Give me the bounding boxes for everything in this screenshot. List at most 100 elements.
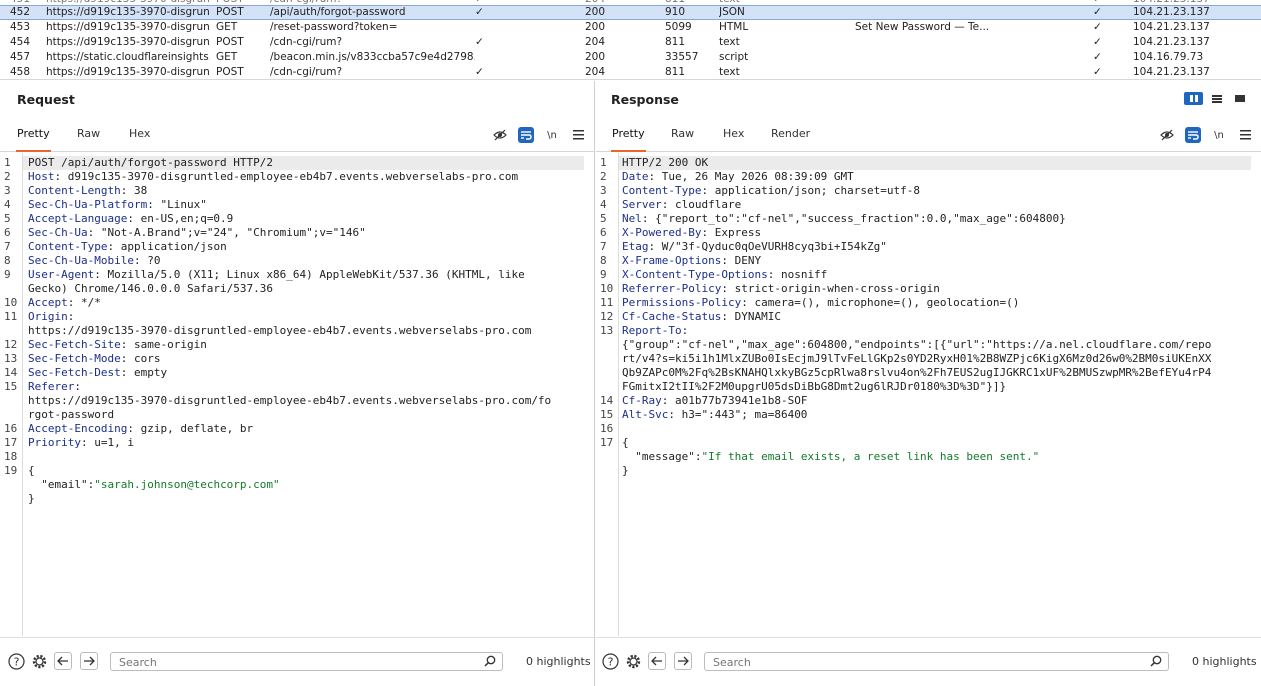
code-text: : d919c135-3970-disgruntled-employee-eb4… [54, 170, 519, 183]
search-input[interactable] [119, 655, 432, 669]
line-number: 3 [600, 184, 607, 197]
tab-response-pretty[interactable]: Pretty [611, 119, 646, 152]
proxy-history-table[interactable]: 451https://d919c135-3970-disgrun...POST/… [0, 0, 1261, 80]
hide-nonprintable-icon[interactable] [1159, 127, 1175, 143]
code-text: : Mozilla/5.0 (X11; Linux x86_64) AppleW… [94, 268, 525, 281]
code-line: Gecko) Chrome/146.0.0.0 Safari/537.36 [28, 282, 584, 296]
menu-icon[interactable] [570, 127, 586, 143]
tab-request-pretty[interactable]: Pretty [16, 119, 51, 152]
line-number: 12 [4, 338, 18, 351]
history-cell-check2: ✓ [1093, 66, 1102, 78]
history-row[interactable]: 454 https://d919c135-3970-disgrun... POST /… [0, 35, 1261, 50]
code-text: : Express [701, 226, 762, 239]
history-cell-ip: 104.21.23.137 [1133, 21, 1210, 33]
history-cell-num: 452 [10, 6, 31, 18]
code-line: https://d919c135-3970-disgruntled-employ… [28, 394, 584, 408]
code-line: Sec-Ch-Ua: "Not-A.Brand";v="24", "Chromi… [28, 226, 584, 240]
line-number: 18 [4, 450, 18, 463]
json-string: "If that email exists, a reset link has … [701, 450, 1040, 463]
header-name: Permissions-Policy [622, 296, 742, 309]
code-text: {"group":"cf-nel","max_age":604800,"endp… [622, 338, 1212, 351]
header-name: Content-Type [622, 184, 702, 197]
split-columns-layout-icon[interactable] [1184, 92, 1203, 105]
history-cell-length: 811 [665, 66, 686, 78]
code-text: : a01b77b73941e1b8-SOF [661, 394, 808, 407]
line-number: 6 [4, 226, 11, 239]
line-number: 15 [600, 408, 614, 421]
history-row[interactable]: 458 https://d919c135-3970-disgrun... POST /… [0, 65, 1261, 79]
history-cell-url: /api/auth/forgot-password [270, 6, 406, 18]
history-row[interactable]: 452 https://d919c135-3970-disgrun... POST /… [0, 5, 1261, 20]
show-newlines-toggle[interactable]: \n [1211, 127, 1227, 143]
help-icon[interactable]: ? [601, 652, 619, 670]
line-number [0, 478, 20, 492]
history-cell-url: /beacon.min.js/v833ccba57c9e4d2798... [270, 51, 475, 63]
layout-switcher [1184, 92, 1249, 105]
history-cell-mime: text [719, 36, 740, 48]
tab-response-hex[interactable]: Hex [722, 119, 745, 152]
tab-response-raw[interactable]: Raw [670, 119, 695, 152]
header-name: Cf-Ray [622, 394, 662, 407]
code-text: : */* [67, 296, 101, 309]
line-number: 1 [4, 156, 11, 169]
history-cell-num: 454 [10, 36, 31, 48]
code-text: : h3=":443"; ma=86400 [668, 408, 808, 421]
settings-gear-icon[interactable] [624, 652, 642, 670]
search-input[interactable] [713, 655, 1084, 669]
history-row[interactable]: 457 https://static.cloudflareinsights....… [0, 50, 1261, 65]
single-pane-layout-icon[interactable] [1230, 92, 1249, 105]
header-name: Sec-Ch-Ua-Platform [28, 198, 148, 211]
line-number [596, 366, 616, 380]
code-line: Server: cloudflare [622, 198, 1251, 212]
code-line: FGmitxI2tII%2F2M0upgrU05dsDiBbG8Dmt2ug6l… [622, 380, 1251, 394]
help-icon[interactable]: ? [7, 652, 25, 670]
history-row[interactable]: 453 https://d919c135-3970-disgrun... GET/r… [0, 20, 1261, 35]
wrap-lines-icon[interactable] [1185, 127, 1201, 143]
hide-nonprintable-icon[interactable] [492, 127, 508, 143]
tab-request-hex[interactable]: Hex [128, 119, 151, 152]
history-cell-ip: 104.16.79.73 [1133, 51, 1204, 63]
response-search-bar: ? 0 highlights [596, 637, 1261, 685]
history-cell-mime: text [719, 66, 740, 78]
header-name: Host [28, 170, 55, 183]
code-text: Gecko) Chrome/146.0.0.0 Safari/537.36 [28, 282, 274, 295]
search-icon [1150, 655, 1162, 670]
show-newlines-toggle[interactable]: \n [544, 127, 560, 143]
split-rows-layout-icon[interactable] [1207, 92, 1226, 105]
header-name: User-Agent [28, 268, 95, 281]
line-number: 9 [600, 268, 607, 281]
line-number: 11 [600, 296, 614, 309]
wrap-lines-icon[interactable] [518, 127, 534, 143]
previous-arrow-icon[interactable] [648, 652, 666, 670]
code-text: : strict-origin-when-cross-origin [721, 282, 940, 295]
code-text: : cors [120, 352, 161, 365]
line-number: 7 [600, 240, 607, 253]
line-number [596, 352, 616, 366]
header-name: Referrer-Policy [622, 282, 722, 295]
line-number: 13 [4, 352, 18, 365]
search-field[interactable] [704, 652, 1169, 671]
menu-icon[interactable] [1237, 127, 1253, 143]
code-text: : "Not-A.Brand";v="24", "Chromium";v="14… [87, 226, 366, 239]
header-name: Sec-Ch-Ua [28, 226, 88, 239]
next-arrow-icon[interactable] [80, 652, 98, 670]
line-number: 10 [4, 296, 18, 309]
previous-arrow-icon[interactable] [54, 652, 72, 670]
line-number: 3 [4, 184, 11, 197]
code-text: : W/"3f-Qyduc0qOeVURH8cyq3bi+I54kZg" [648, 240, 887, 253]
tab-request-raw[interactable]: Raw [76, 119, 101, 152]
request-editor[interactable]: POST /api/auth/forgot-password HTTP/2 Hos… [0, 153, 594, 636]
tab-response-render[interactable]: Render [770, 119, 811, 152]
history-cell-length: 33557 [665, 51, 699, 63]
request-title: Request [17, 92, 75, 107]
code-line: Qb9ZAPc0M%2Fq%2BsKNAHQlxkyBGz5cpRlwa8rsl… [622, 366, 1251, 380]
code-text: : Tue, 26 May 2026 08:39:09 GMT [648, 170, 854, 183]
line-number: 13 [600, 324, 614, 337]
search-field[interactable] [110, 652, 503, 671]
line-number [0, 394, 20, 408]
history-cell-check1: ✓ [475, 36, 484, 48]
settings-gear-icon[interactable] [30, 652, 48, 670]
next-arrow-icon[interactable] [674, 652, 692, 670]
header-name: Report-To [622, 324, 682, 337]
response-editor[interactable]: HTTP/2 200 OK Date: Tue, 26 May 2026 08:3… [596, 153, 1261, 636]
